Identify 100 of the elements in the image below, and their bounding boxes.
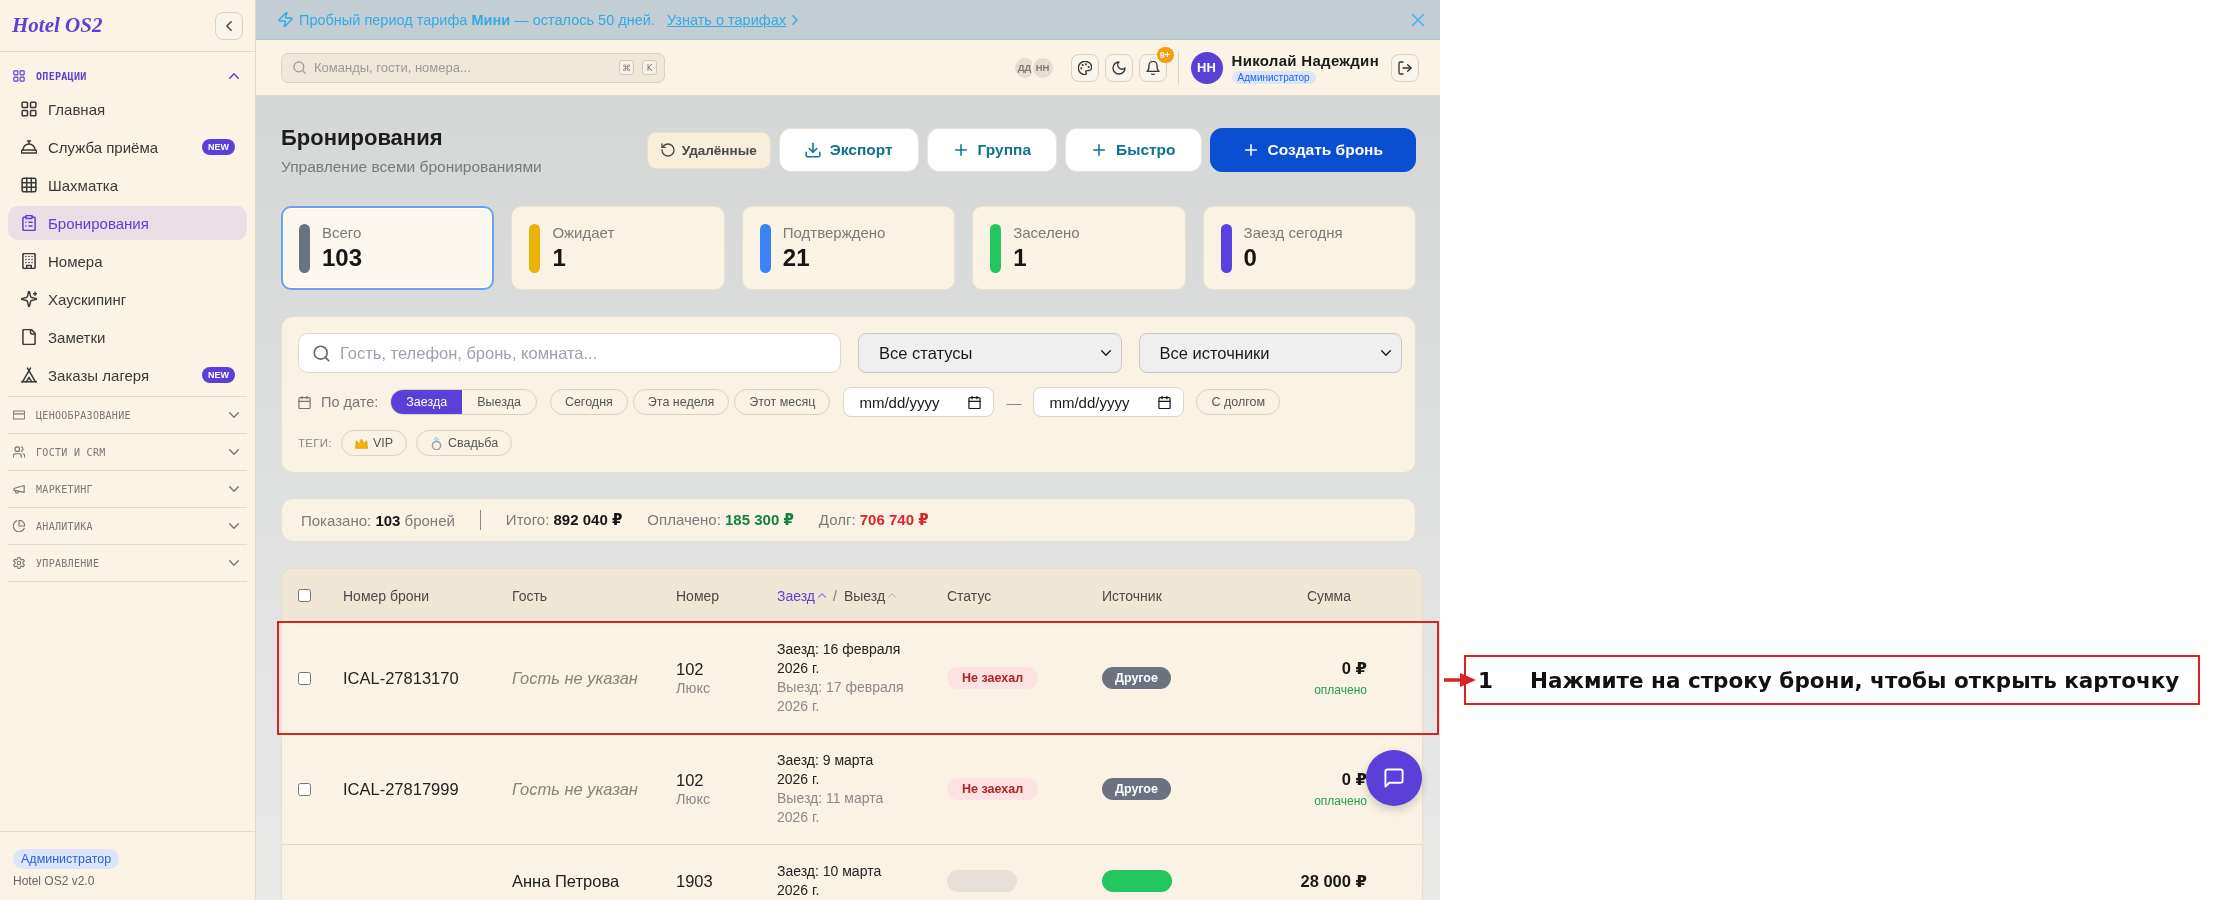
stat-card[interactable]: Подтверждено 21 xyxy=(741,206,956,290)
user-avatar[interactable]: НН xyxy=(1190,51,1223,84)
palette-icon xyxy=(1077,60,1092,75)
plus-icon xyxy=(952,142,969,158)
nav-section-header[interactable]: ЦЕНООБРАЗОВАНИЕ xyxy=(8,397,247,433)
stat-card[interactable]: Ожидает 1 xyxy=(511,206,725,290)
source-badge: Другое xyxy=(1102,667,1171,689)
date-from-field[interactable]: mm/dd/yyyy xyxy=(843,387,995,417)
status-badge: Не заехал xyxy=(947,667,1039,689)
booking-number: ICAL-27817999 xyxy=(343,779,459,798)
clipboard-icon xyxy=(21,215,37,231)
filter-select[interactable]: Все статусы xyxy=(858,333,1122,373)
command-search-field[interactable]: Команды, гости, номера... ⌘ K xyxy=(281,52,665,83)
nav-item[interactable]: Заметки xyxy=(8,320,247,354)
row-checkbox[interactable] xyxy=(298,782,311,796)
logout-button[interactable] xyxy=(1391,53,1419,82)
sparkle-icon xyxy=(21,291,37,307)
pie-chart-icon xyxy=(13,520,25,532)
app-version: Hotel OS2 v2.0 xyxy=(13,874,96,888)
sort-link[interactable]: Выезд xyxy=(843,587,897,604)
booking-row[interactable]: ICAL-27813170 Гость не указан 102 Люкс Заезд: 16 февраля 2026 г. Выезд: 17 февраля 2026 г. Не заехал Другое 0 ₽ оплачено xyxy=(282,623,1422,734)
chevron-left-icon xyxy=(226,20,232,31)
crown-icon xyxy=(354,436,368,450)
booking-row[interactable]: ICAL-27817999 Гость не указан 102 Люкс Заезд: 9 марта 2026 г. Выезд: 11 марта 2026 г. Не заехал Другое 0 ₽ оплачено xyxy=(282,734,1422,845)
summary-text: Оплачено: 185 300 ₽ xyxy=(647,511,794,529)
add-button[interactable]: Группа xyxy=(926,128,1057,172)
amount: 0 ₽ xyxy=(1341,659,1367,678)
stat-card[interactable]: Заезд сегодня 0 xyxy=(1202,206,1416,290)
ring-icon xyxy=(430,436,444,450)
column-header: Гость xyxy=(512,587,549,604)
checkout-date: Выезд: 11 марта 2026 г. xyxy=(777,789,885,827)
file-icon xyxy=(21,329,37,345)
role-badge: Администратор xyxy=(1231,70,1316,84)
chevron-down-icon xyxy=(229,412,239,418)
card-icon xyxy=(13,409,25,421)
plus-icon xyxy=(1242,142,1259,158)
booking-row[interactable]: Анна Петрова 1903 Заезд: 10 марта 2026 г. 28 000 ₽ xyxy=(282,845,1422,900)
date-to-field[interactable]: mm/dd/yyyy xyxy=(1033,387,1185,417)
chat-button[interactable] xyxy=(1366,750,1422,806)
chevron-down-icon xyxy=(229,486,239,492)
nav-item[interactable]: Номера xyxy=(8,244,247,278)
theme-button[interactable] xyxy=(1104,53,1133,82)
plus-icon xyxy=(1091,142,1107,158)
column-header: Номер брони xyxy=(343,587,431,604)
nav-section-header[interactable]: АНАЛИТИКА xyxy=(8,508,247,544)
calendar-icon xyxy=(298,395,311,409)
nav-item[interactable]: Хаускипинг xyxy=(8,282,247,316)
download-icon xyxy=(804,142,821,158)
nav-item[interactable]: Служба приёма NEW xyxy=(8,130,247,164)
create-button[interactable]: Создать бронь xyxy=(1209,128,1416,172)
room-type: Люкс xyxy=(676,678,711,698)
collapse-sidebar-button[interactable] xyxy=(215,11,243,40)
status-badge: Не заехал xyxy=(947,778,1039,800)
stat-card[interactable]: Всего 103 xyxy=(281,206,495,290)
grid-icon xyxy=(21,101,37,117)
filter-select[interactable]: Все источники xyxy=(1138,333,1402,373)
export-button[interactable]: Экспорт xyxy=(778,128,919,172)
stat-value: 103 xyxy=(322,244,363,272)
room-number: 1903 xyxy=(676,871,713,891)
stat-value: 1 xyxy=(552,244,567,272)
nav-item[interactable]: Бронирования xyxy=(8,206,247,240)
nav-item[interactable]: Главная xyxy=(8,92,247,126)
checkout-date: Выезд: 17 февраля 2026 г. xyxy=(777,678,905,716)
column-header: Статус xyxy=(947,587,993,604)
nav-section-header[interactable]: ОПЕРАЦИИ xyxy=(8,62,247,90)
stat-card[interactable]: Заселено 1 xyxy=(972,206,1186,290)
users-icon xyxy=(13,446,25,458)
payment-status: оплачено xyxy=(1314,683,1367,697)
date-range-dash: — xyxy=(1006,393,1022,411)
app-logo: Hotel OS2 xyxy=(12,13,103,38)
add-button[interactable]: Быстро xyxy=(1065,128,1202,172)
source-badge: Другое xyxy=(1102,778,1171,800)
role-badge: Администратор xyxy=(13,849,120,869)
row-checkbox[interactable] xyxy=(298,671,311,685)
rotate-icon xyxy=(660,143,675,157)
payment-status: оплачено xyxy=(1314,794,1367,808)
nav-section-header[interactable]: МАРКЕТИНГ xyxy=(8,471,247,507)
restore-button[interactable]: Удалённые xyxy=(646,131,771,169)
nav-section-header[interactable]: ГОСТИ И CRM xyxy=(8,434,247,470)
guest-name: Анна Петрова xyxy=(512,871,620,890)
nav-item[interactable]: Шахматка xyxy=(8,168,247,202)
amount: 0 ₽ xyxy=(1341,770,1367,789)
palette-button[interactable] xyxy=(1070,53,1099,82)
checkin-date: Заезд: 10 марта 2026 г. xyxy=(777,862,883,900)
column-header: Сумма xyxy=(1307,587,1351,604)
calendar-icon xyxy=(968,395,982,409)
tent-icon xyxy=(21,367,37,383)
stat-value: 0 xyxy=(1243,244,1258,272)
stat-label: Подтверждено xyxy=(782,224,886,242)
checkin-date: Заезд: 16 февраля 2026 г. xyxy=(777,640,902,678)
date-mode-option[interactable]: Заезда xyxy=(391,390,463,414)
date-mode-option[interactable]: Выезда xyxy=(462,390,536,414)
nav-item[interactable]: Заказы лагеря NEW xyxy=(8,358,247,392)
banner-text: Пробный период тарифа Мини — осталось 50 дней. xyxy=(299,11,655,28)
nav-section-header[interactable]: УПРАВЛЕНИЕ xyxy=(8,545,247,581)
sort-link[interactable]: Заезд xyxy=(777,587,826,604)
moon-icon xyxy=(1111,60,1126,75)
calendar-icon xyxy=(1158,395,1172,409)
shortcut-key: ⌘ xyxy=(619,60,634,75)
select-all-checkbox[interactable] xyxy=(298,589,311,602)
